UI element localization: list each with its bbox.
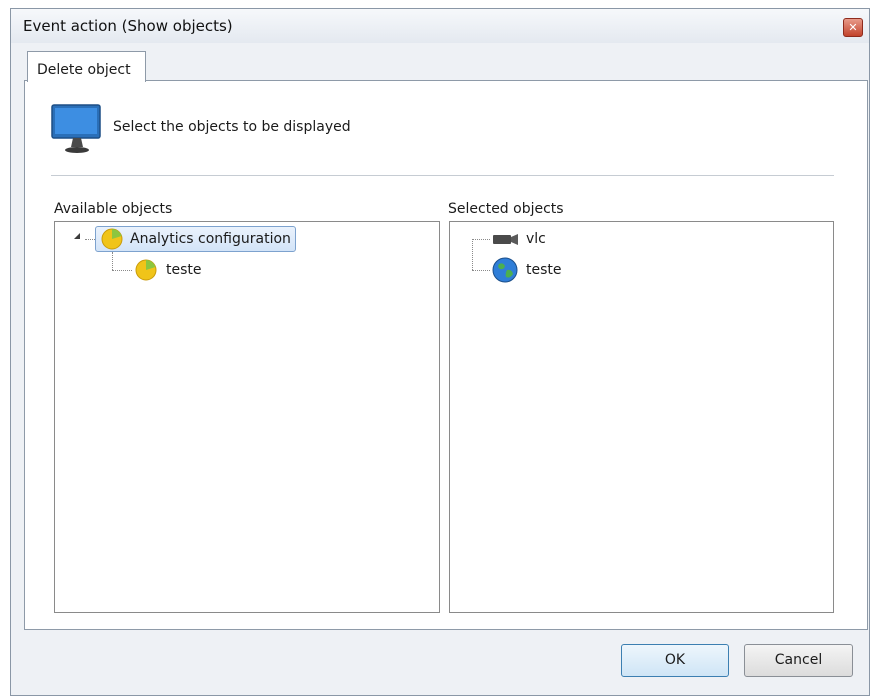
close-icon: ✕ — [848, 21, 858, 34]
pie-chart-icon — [135, 259, 157, 281]
close-button[interactable]: ✕ — [843, 18, 863, 37]
pie-chart-icon — [101, 228, 123, 250]
tab-delete-object[interactable]: Delete object — [27, 51, 146, 82]
window-title: Event action (Show objects) — [23, 17, 233, 35]
tree-node-vlc[interactable]: vlc — [492, 226, 546, 252]
separator — [51, 175, 834, 176]
tree-node-label: Analytics configuration — [130, 231, 291, 247]
globe-icon — [492, 257, 518, 283]
collapse-arrow-icon[interactable] — [74, 233, 80, 239]
tree-node-analytics-configuration[interactable]: Analytics configuration — [95, 226, 296, 252]
tree-node-label: vlc — [526, 231, 546, 247]
tree-node-teste[interactable]: teste — [134, 257, 202, 283]
monitor-icon — [51, 104, 101, 153]
available-objects-label: Available objects — [54, 201, 173, 217]
tree-node-teste-selected[interactable]: teste — [492, 257, 562, 283]
available-objects-list[interactable]: Analytics configuration teste — [54, 221, 440, 613]
tree-node-label: teste — [166, 262, 202, 278]
cancel-button[interactable]: Cancel — [744, 644, 853, 677]
camera-icon — [493, 234, 518, 245]
tree-node-label: teste — [526, 262, 562, 278]
title-bar[interactable]: Event action (Show objects) ✕ — [11, 9, 869, 43]
selected-objects-label: Selected objects — [448, 201, 564, 217]
instruction-text: Select the objects to be displayed — [113, 119, 351, 135]
ok-button[interactable]: OK — [621, 644, 729, 677]
selected-objects-list[interactable]: vlc teste — [449, 221, 834, 613]
